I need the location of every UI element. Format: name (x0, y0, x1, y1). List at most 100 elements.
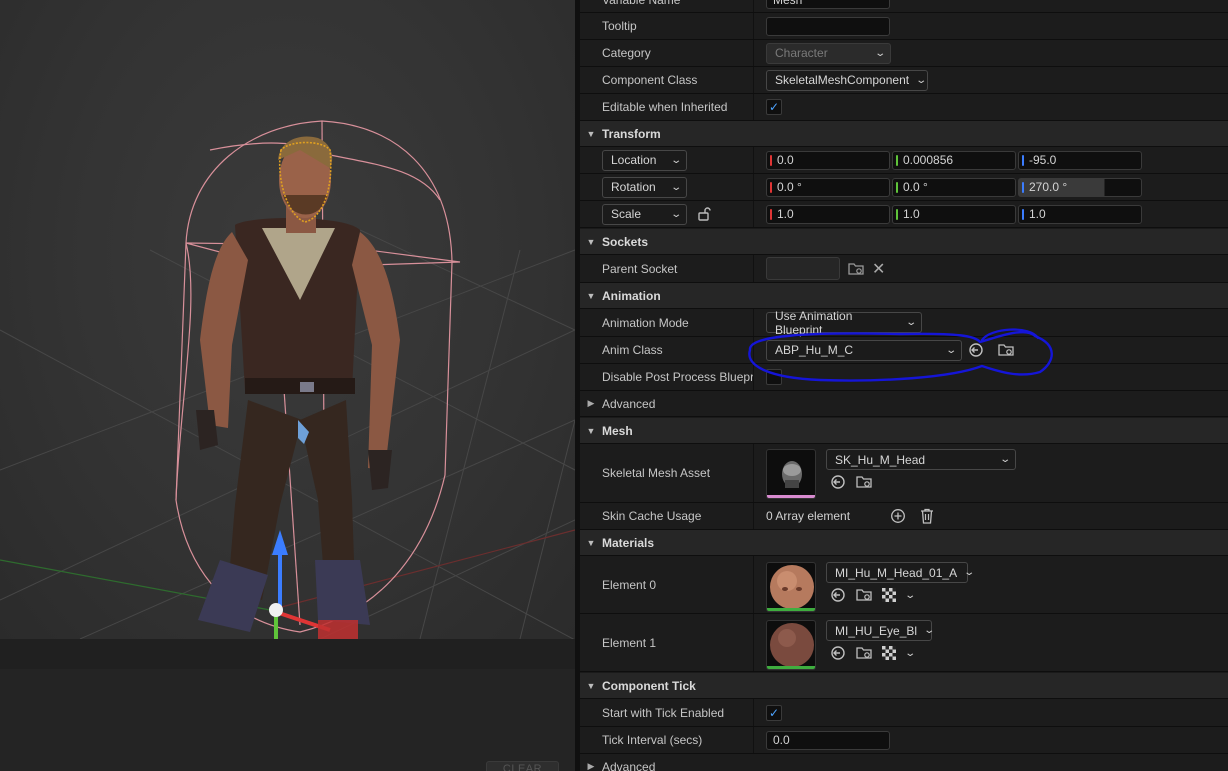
animation-mode-label: Animation Mode (580, 309, 754, 336)
section-materials-title: Materials (602, 535, 655, 550)
skeletal-mesh-thumbnail[interactable] (766, 449, 816, 499)
rotation-mode-value: Rotation (611, 180, 656, 194)
checker-texture-icon[interactable] (882, 646, 896, 660)
browse-folder-icon[interactable] (848, 262, 864, 276)
use-selected-asset-icon[interactable] (830, 645, 846, 661)
animation-mode-combo[interactable]: Use Animation Blueprint ⌄ (766, 309, 922, 337)
collapse-arrow-icon: ▼ (586, 425, 596, 436)
material-0-thumbnail[interactable] (766, 562, 816, 612)
disable-post-process-row: Disable Post Process Bluepr... (580, 364, 1228, 391)
section-mesh-title: Mesh (602, 423, 633, 438)
scale-z-input[interactable]: 1.0 (1018, 204, 1142, 224)
location-x-input[interactable]: 0.0 (766, 150, 890, 170)
chevron-down-icon[interactable]: ⌄ (904, 648, 916, 659)
unlock-icon[interactable] (697, 207, 711, 221)
material-1-value: MI_HU_Eye_Bl (835, 623, 918, 638)
variable-name-label: Variable Name (580, 0, 754, 12)
section-mesh[interactable]: ▼ Mesh (580, 418, 1228, 444)
scale-row: Scale ⌄ 1.0 1.0 1.0 (580, 201, 1228, 228)
scale-x-input[interactable]: 1.0 (766, 204, 890, 224)
material-element-1-row: Element 1 MI_HU_Eye_Bl ⌄ ⌄ (580, 614, 1228, 672)
use-selected-asset-icon[interactable] (830, 587, 846, 603)
location-y-input[interactable]: 0.000856 (892, 150, 1016, 170)
skeletal-mesh-asset-label: Skeletal Mesh Asset (580, 444, 754, 502)
clear-x-icon[interactable]: ✕ (872, 259, 885, 279)
start-tick-enabled-checkbox[interactable]: ✓ (766, 704, 782, 721)
output-log-panel (0, 669, 575, 771)
material-0-combo[interactable]: MI_Hu_M_Head_01_A ⌄ (826, 562, 975, 583)
rotation-row: Rotation ⌄ 0.0 ° 0.0 ° 270.0 ° (580, 174, 1228, 201)
skeletal-mesh-combo[interactable]: SK_Hu_M_Head ⌄ (826, 449, 1016, 470)
trash-icon[interactable] (920, 508, 934, 524)
animation-advanced-expander[interactable]: ▶ Advanced (580, 391, 1228, 417)
viewport-toolbar-strip (0, 639, 575, 669)
start-tick-enabled-label: Start with Tick Enabled (580, 699, 754, 726)
scale-mode-value: Scale (611, 207, 642, 221)
anim-class-combo[interactable]: ABP_Hu_M_C ⌄ (766, 339, 962, 361)
scale-mode-combo[interactable]: Scale ⌄ (602, 203, 687, 225)
chevron-down-icon[interactable]: ⌄ (904, 590, 916, 601)
animation-advanced-label: Advanced (602, 396, 656, 411)
variable-name-input[interactable]: Mesh (766, 0, 890, 9)
material-element-1-label: Element 1 (580, 614, 754, 671)
tick-advanced-expander[interactable]: ▶ Advanced (580, 754, 1228, 771)
material-element-0-row: Element 0 MI_Hu_M_Head_01_A ⌄ ⌄ (580, 556, 1228, 614)
material-0-value: MI_Hu_M_Head_01_A (835, 565, 958, 580)
skin-cache-value: 0 Array element (766, 509, 851, 523)
component-class-row: Component Class SkeletalMeshComponent ⌄ (580, 67, 1228, 94)
category-label: Category (580, 40, 754, 66)
use-selected-asset-icon[interactable] (968, 342, 984, 358)
rotation-z-input[interactable]: 270.0 ° (1018, 177, 1142, 197)
section-animation-title: Animation (602, 288, 661, 303)
expand-arrow-icon: ▶ (587, 761, 595, 771)
rotation-x-input[interactable]: 0.0 ° (766, 177, 890, 197)
scale-y-input[interactable]: 1.0 (892, 204, 1016, 224)
category-combo[interactable]: Character ⌄ (766, 42, 891, 64)
browse-folder-icon[interactable] (856, 646, 872, 660)
collapse-arrow-icon: ▼ (586, 236, 596, 247)
chevron-down-icon: ⌄ (998, 454, 1011, 465)
material-1-thumbnail[interactable] (766, 620, 816, 670)
clear-button[interactable]: CLEAR (486, 761, 559, 771)
tooltip-label: Tooltip (580, 13, 754, 39)
tick-interval-input[interactable]: 0.0 (766, 730, 890, 750)
checkmark-icon: ✓ (768, 100, 780, 114)
chevron-down-icon: ⌄ (915, 74, 928, 86)
add-element-icon[interactable] (890, 508, 906, 524)
section-transform[interactable]: ▼ Transform (580, 121, 1228, 147)
viewport[interactable] (0, 0, 575, 639)
location-z-input[interactable]: -95.0 (1018, 150, 1142, 170)
browse-folder-icon[interactable] (998, 343, 1014, 357)
category-value: Character (775, 46, 828, 60)
material-1-combo[interactable]: MI_HU_Eye_Bl ⌄ (826, 620, 935, 641)
component-class-combo[interactable]: SkeletalMeshComponent ⌄ (766, 69, 928, 91)
parent-socket-input[interactable] (766, 257, 840, 280)
location-row: Location ⌄ 0.0 0.000856 -95.0 (580, 147, 1228, 174)
tooltip-row: Tooltip (580, 13, 1228, 40)
anim-class-label: Anim Class (580, 337, 754, 363)
browse-folder-icon[interactable] (856, 474, 872, 490)
browse-folder-icon[interactable] (856, 588, 872, 602)
section-animation[interactable]: ▼ Animation (580, 283, 1228, 309)
disable-post-process-checkbox[interactable] (766, 369, 782, 385)
editable-inherited-checkbox[interactable]: ✓ (766, 99, 782, 115)
rotation-mode-combo[interactable]: Rotation ⌄ (602, 176, 687, 198)
section-sockets-title: Sockets (602, 234, 649, 249)
chevron-down-icon: ⌄ (963, 567, 976, 578)
expand-arrow-icon: ▶ (587, 398, 595, 408)
skeletal-mesh-asset-row: Skeletal Mesh Asset SK_Hu_M_Head ⌄ (580, 444, 1228, 503)
checkmark-icon: ✓ (768, 705, 780, 720)
rotation-y-input[interactable]: 0.0 ° (892, 177, 1016, 197)
use-selected-asset-icon[interactable] (830, 474, 846, 490)
start-tick-enabled-row: Start with Tick Enabled ✓ (580, 699, 1228, 727)
character-mesh (196, 136, 400, 632)
section-materials[interactable]: ▼ Materials (580, 530, 1228, 556)
skin-cache-row: Skin Cache Usage 0 Array element (580, 503, 1228, 530)
location-mode-combo[interactable]: Location ⌄ (602, 149, 687, 171)
chevron-down-icon: ⌄ (873, 47, 886, 59)
checker-texture-icon[interactable] (882, 588, 896, 602)
section-component-tick[interactable]: ▼ Component Tick (580, 673, 1228, 699)
tooltip-input[interactable] (766, 16, 890, 36)
section-sockets[interactable]: ▼ Sockets (580, 229, 1228, 255)
viewport-scene (0, 120, 575, 639)
